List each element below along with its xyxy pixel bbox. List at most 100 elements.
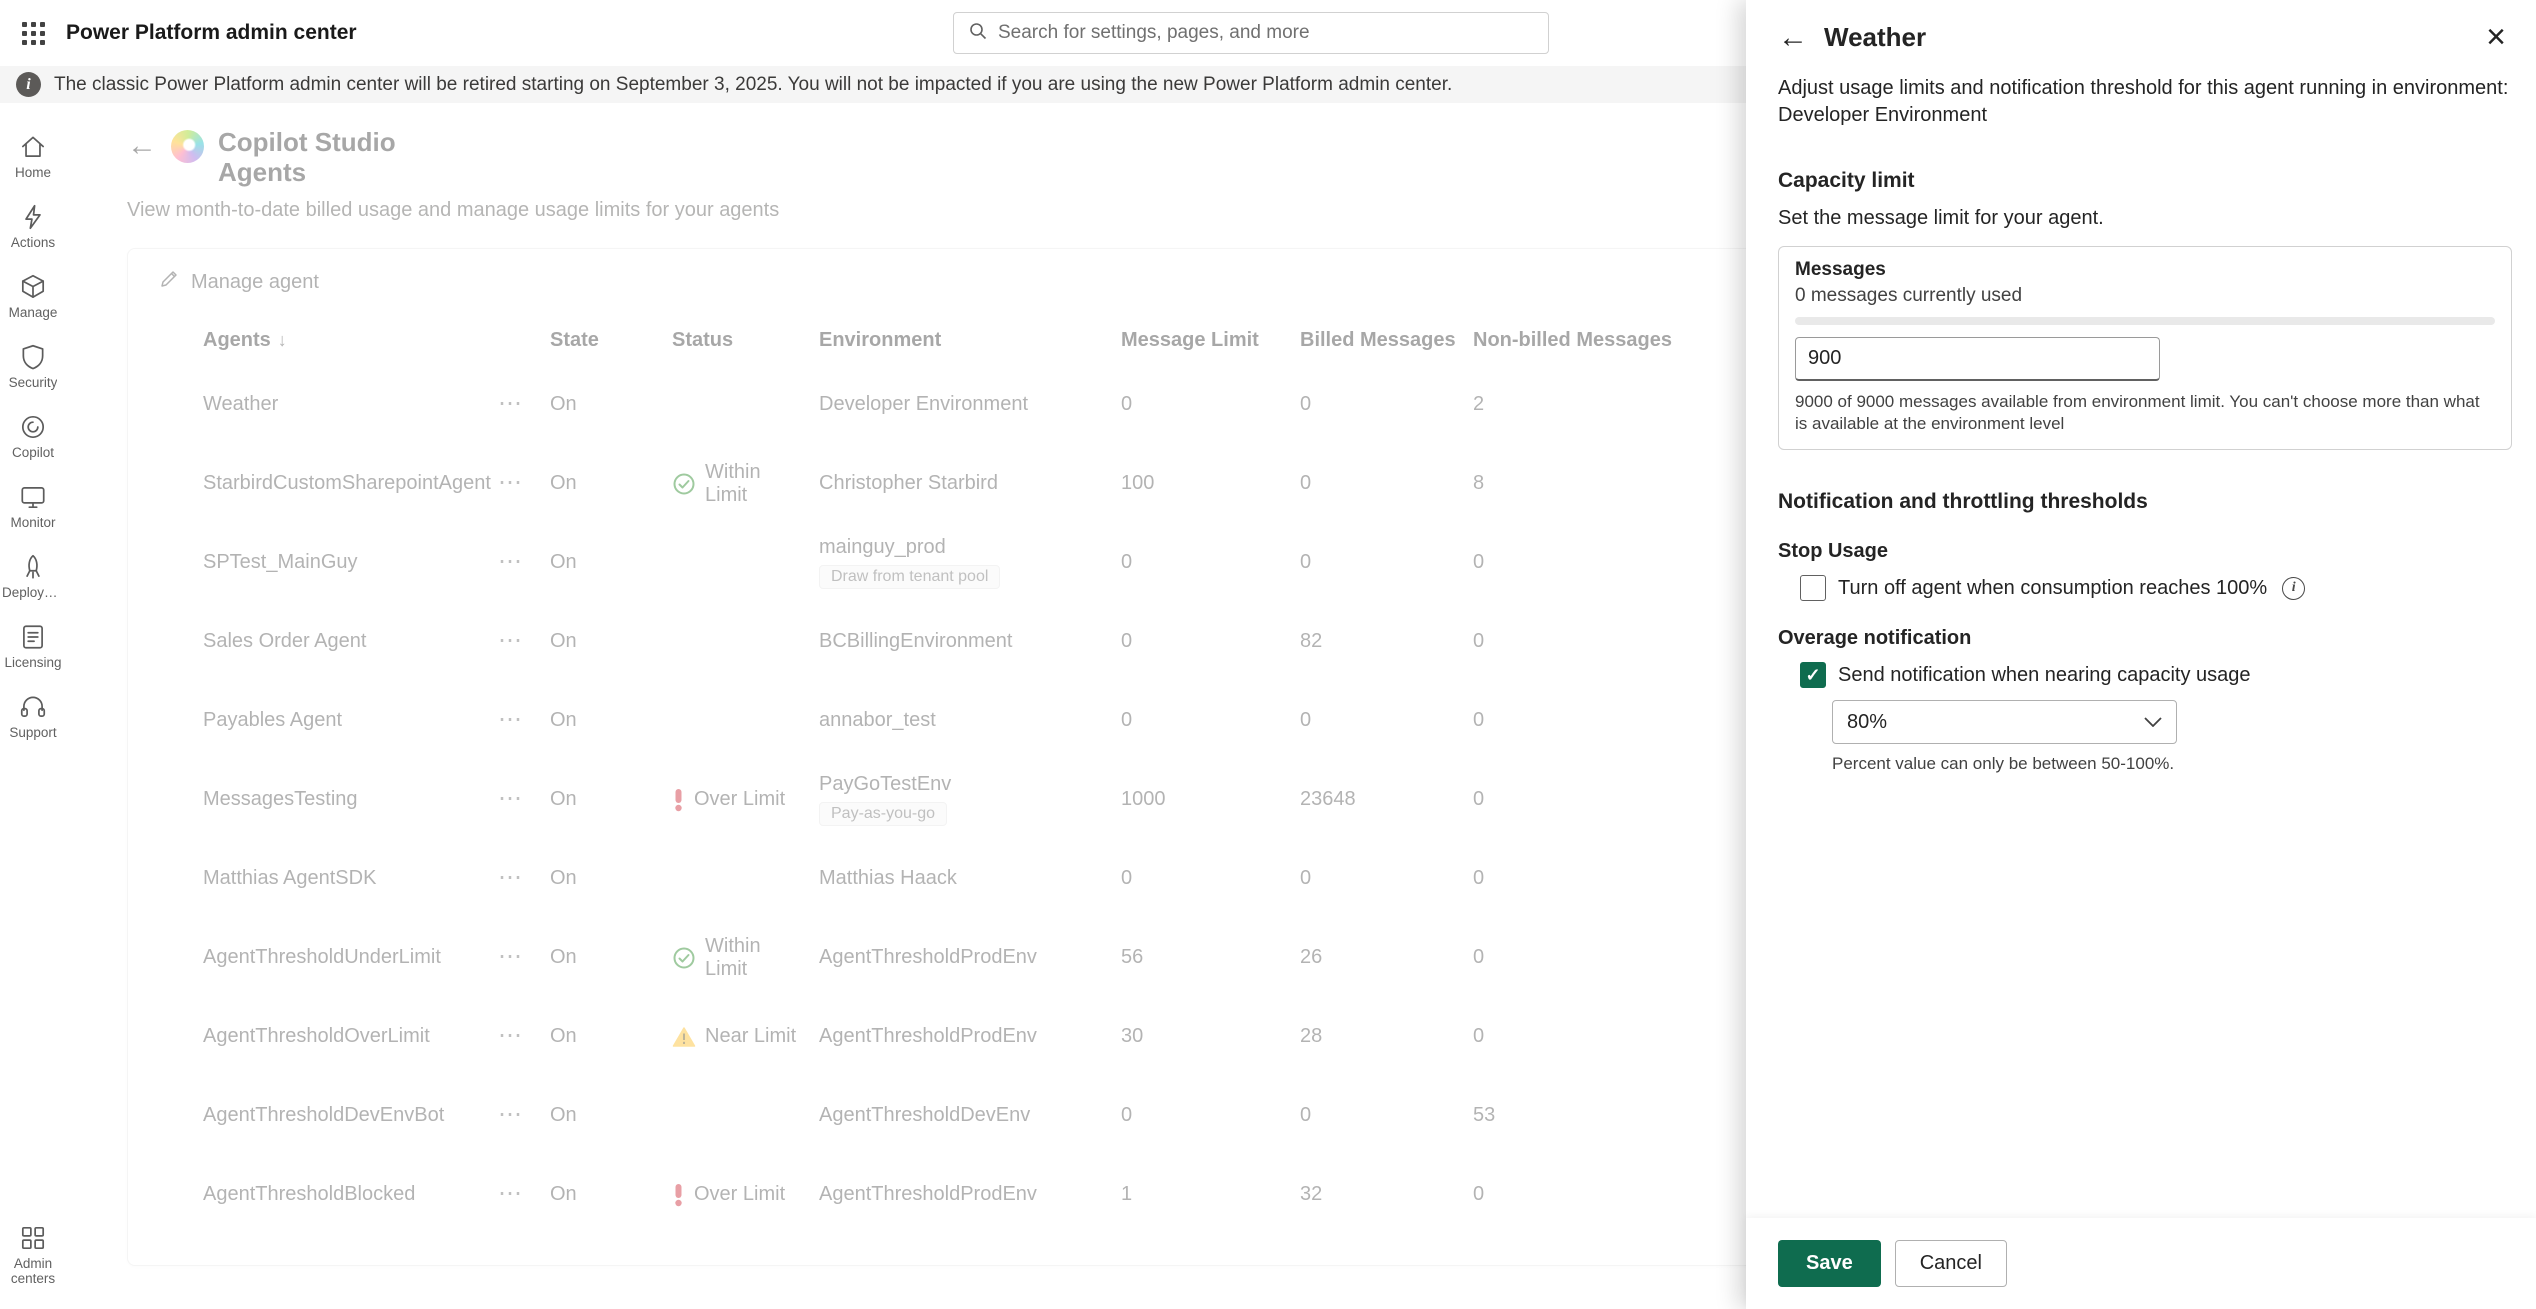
- global-search[interactable]: [953, 12, 1549, 54]
- shield-icon: [18, 342, 48, 372]
- billed-messages: 0: [1300, 393, 1473, 416]
- stop-usage-checkbox[interactable]: [1800, 575, 1826, 601]
- agent-status: Within Limit: [672, 935, 819, 981]
- app-launcher-button[interactable]: [0, 0, 66, 66]
- billed-messages: 28: [1300, 1025, 1473, 1048]
- capacity-limit-subtext: Set the message limit for your agent.: [1778, 207, 2512, 230]
- overage-notification-checkbox[interactable]: ✓: [1800, 662, 1826, 688]
- agent-status: Near Limit: [672, 1025, 819, 1048]
- over-limit-icon: [672, 788, 685, 812]
- capacity-box: Messages 0 messages currently used 9000 …: [1778, 246, 2512, 450]
- column-header-message-limit[interactable]: Message Limit: [1121, 329, 1300, 352]
- column-header-status[interactable]: Status: [672, 329, 819, 352]
- agent-name: AgentThresholdDevEnvBot: [203, 1104, 498, 1127]
- near-limit-icon: [672, 1026, 696, 1048]
- sidebar-item-deploym[interactable]: Deploym...: [0, 541, 66, 611]
- agent-environment: Christopher Starbird: [819, 472, 1121, 495]
- row-more-button[interactable]: ⋯: [498, 1180, 524, 1207]
- agent-state: On: [550, 630, 672, 653]
- sidebar-item-admincenters[interactable]: Admin centers: [0, 1211, 66, 1297]
- agent-state: On: [550, 1104, 672, 1127]
- row-more-button[interactable]: ⋯: [498, 469, 524, 496]
- message-limit: 0: [1121, 709, 1300, 732]
- within-limit-icon: [672, 946, 696, 970]
- column-header-environment[interactable]: Environment: [819, 329, 1121, 352]
- search-input[interactable]: [998, 22, 1534, 44]
- billed-messages: 0: [1300, 1104, 1473, 1127]
- row-more-button[interactable]: ⋯: [498, 1022, 524, 1049]
- cancel-button[interactable]: Cancel: [1895, 1240, 2007, 1287]
- overage-checkbox-label: Send notification when nearing capacity …: [1838, 664, 2251, 687]
- stop-usage-label: Stop Usage: [1778, 540, 2512, 563]
- sidebar-item-licensing[interactable]: Licensing: [0, 611, 66, 681]
- message-limit: 0: [1121, 393, 1300, 416]
- agent-status: Over Limit: [672, 788, 819, 812]
- agent-name: Payables Agent: [203, 709, 498, 732]
- row-more-button[interactable]: ⋯: [498, 548, 524, 575]
- agent-settings-panel: ← Weather × Adjust usage limits and noti…: [1746, 0, 2536, 1309]
- agent-name: Matthias AgentSDK: [203, 867, 498, 890]
- column-header-billed-messages[interactable]: Billed Messages: [1300, 329, 1473, 352]
- row-more-button[interactable]: ⋯: [498, 706, 524, 733]
- row-more-button[interactable]: ⋯: [498, 864, 524, 891]
- message-limit: 1000: [1121, 788, 1300, 811]
- sidebar-item-copilot[interactable]: Copilot: [0, 401, 66, 471]
- pencil-icon: [158, 268, 180, 296]
- rocket-icon: [18, 552, 48, 582]
- back-button[interactable]: ←: [127, 131, 157, 161]
- message-limit-input[interactable]: [1795, 337, 2160, 381]
- agent-environment: AgentThresholdDevEnv: [819, 1104, 1121, 1127]
- close-icon[interactable]: ×: [2480, 22, 2512, 53]
- sidebar-item-home[interactable]: Home: [0, 121, 66, 191]
- row-more-button[interactable]: ⋯: [498, 943, 524, 970]
- agent-environment: AgentThresholdProdEnv: [819, 1183, 1121, 1206]
- environment-badge: Pay-as-you-go: [819, 802, 947, 826]
- sidebar-item-label: Home: [15, 165, 51, 180]
- agent-state: On: [550, 1183, 672, 1206]
- sidebar-item-support[interactable]: Support: [0, 681, 66, 751]
- overage-notification-label: Overage notification: [1778, 627, 2512, 650]
- sidebar-item-manage[interactable]: Manage: [0, 261, 66, 331]
- agent-state: On: [550, 867, 672, 890]
- agent-environment: Matthias Haack: [819, 867, 1121, 890]
- capacity-limit-heading: Capacity limit: [1778, 169, 2512, 193]
- column-header-agents[interactable]: Agents↓: [203, 329, 498, 352]
- license-icon: [18, 622, 48, 652]
- sidebar-item-security[interactable]: Security: [0, 331, 66, 401]
- save-button[interactable]: Save: [1778, 1240, 1881, 1287]
- billed-messages: 0: [1300, 472, 1473, 495]
- page-title: Copilot Studio Agents: [218, 127, 396, 187]
- column-header-state[interactable]: State: [550, 329, 672, 352]
- percent-dropdown[interactable]: 80%: [1832, 700, 2177, 744]
- sidebar-item-monitor[interactable]: Monitor: [0, 471, 66, 541]
- agent-status: Over Limit: [672, 1183, 819, 1207]
- agent-state: On: [550, 788, 672, 811]
- agent-state: On: [550, 393, 672, 416]
- row-more-button[interactable]: ⋯: [498, 1101, 524, 1128]
- message-limit: 0: [1121, 867, 1300, 890]
- agent-environment: BCBillingEnvironment: [819, 630, 1121, 653]
- billed-messages: 0: [1300, 867, 1473, 890]
- capacity-progress-bar: [1795, 317, 2495, 325]
- agent-state: On: [550, 551, 672, 574]
- billed-messages: 0: [1300, 551, 1473, 574]
- agent-name: StarbirdCustomSharepointAgent: [203, 472, 498, 495]
- manage-agent-button[interactable]: Manage agent: [158, 268, 319, 296]
- sidebar-item-label: Deploym...: [2, 585, 64, 600]
- billed-messages: 32: [1300, 1183, 1473, 1206]
- sidebar-item-actions[interactable]: Actions: [0, 191, 66, 261]
- sidebar-nav: Home ActionsManageSecurityCopilotMonitor D…: [0, 103, 66, 1309]
- agent-status: Within Limit: [672, 461, 819, 507]
- row-more-button[interactable]: ⋯: [498, 627, 524, 654]
- agent-state: On: [550, 946, 672, 969]
- message-limit: 30: [1121, 1025, 1300, 1048]
- agent-state: On: [550, 709, 672, 732]
- panel-back-button[interactable]: ←: [1778, 23, 1808, 53]
- lightning-icon: [18, 202, 48, 232]
- row-more-button[interactable]: ⋯: [498, 390, 524, 417]
- messages-label: Messages: [1795, 259, 2495, 281]
- chevron-down-icon: [2144, 717, 2162, 727]
- info-tooltip-icon[interactable]: i: [2282, 577, 2305, 600]
- message-limit: 56: [1121, 946, 1300, 969]
- row-more-button[interactable]: ⋯: [498, 785, 524, 812]
